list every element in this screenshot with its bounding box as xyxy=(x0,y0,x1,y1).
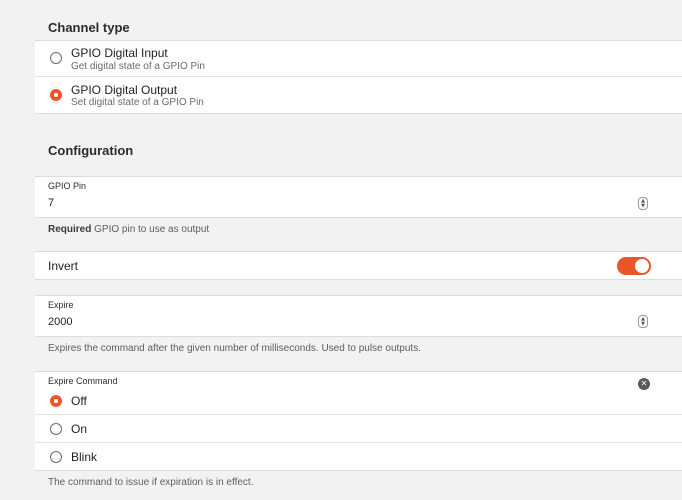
expire-command-label: Expire Command xyxy=(48,376,118,386)
gpio-pin-help: Required GPIO pin to use as output xyxy=(48,224,209,235)
option-label-blink: Blink xyxy=(71,450,98,464)
radio-expire-blink[interactable] xyxy=(50,451,62,463)
option-label-gpio-digital-output: GPIO Digital Output xyxy=(71,83,178,97)
expire-command-help: The command to issue if expiration is in… xyxy=(48,477,254,488)
gpio-pin-label: GPIO Pin xyxy=(48,181,87,191)
option-label-off: Off xyxy=(71,394,87,408)
expire-label: Expire xyxy=(48,300,74,310)
channel-settings-page: Channel type GPIO Digital Input Get digi… xyxy=(0,0,682,500)
channel-type-divider xyxy=(35,76,682,77)
radio-gpio-digital-output[interactable] xyxy=(50,89,62,101)
invert-row xyxy=(35,251,682,280)
expire-command-card xyxy=(35,371,682,471)
radio-gpio-digital-input[interactable] xyxy=(50,52,62,64)
gpio-pin-stepper-icon[interactable]: ▲ ▼ xyxy=(638,197,648,210)
gpio-pin-help-text: GPIO pin to use as output xyxy=(91,224,210,235)
clear-expire-command-icon[interactable]: ✕ xyxy=(638,378,650,390)
option-label-on: On xyxy=(71,422,88,436)
option-description-gpio-digital-input: Get digital state of a GPIO Pin xyxy=(71,61,205,72)
expire-command-divider-2 xyxy=(35,442,682,443)
option-label-gpio-digital-input: GPIO Digital Input xyxy=(71,46,168,60)
gpio-pin-field[interactable] xyxy=(35,176,682,218)
invert-toggle[interactable] xyxy=(617,257,651,275)
gpio-pin-required-label: Required xyxy=(48,224,92,235)
radio-expire-on[interactable] xyxy=(50,423,62,435)
configuration-heading: Configuration xyxy=(48,143,134,158)
expire-field[interactable] xyxy=(35,295,682,337)
channel-type-heading: Channel type xyxy=(48,20,130,35)
expire-command-divider-1 xyxy=(35,414,682,415)
gpio-pin-input[interactable]: 7 xyxy=(48,197,54,209)
radio-expire-off[interactable] xyxy=(50,395,62,407)
invert-toggle-knob xyxy=(635,259,649,273)
expire-stepper-icon[interactable]: ▲ ▼ xyxy=(638,315,648,328)
expire-input[interactable]: 2000 xyxy=(48,316,72,328)
expire-help: Expires the command after the given numb… xyxy=(48,343,421,354)
invert-label: Invert xyxy=(48,259,79,273)
option-description-gpio-digital-output: Set digital state of a GPIO Pin xyxy=(71,97,204,108)
